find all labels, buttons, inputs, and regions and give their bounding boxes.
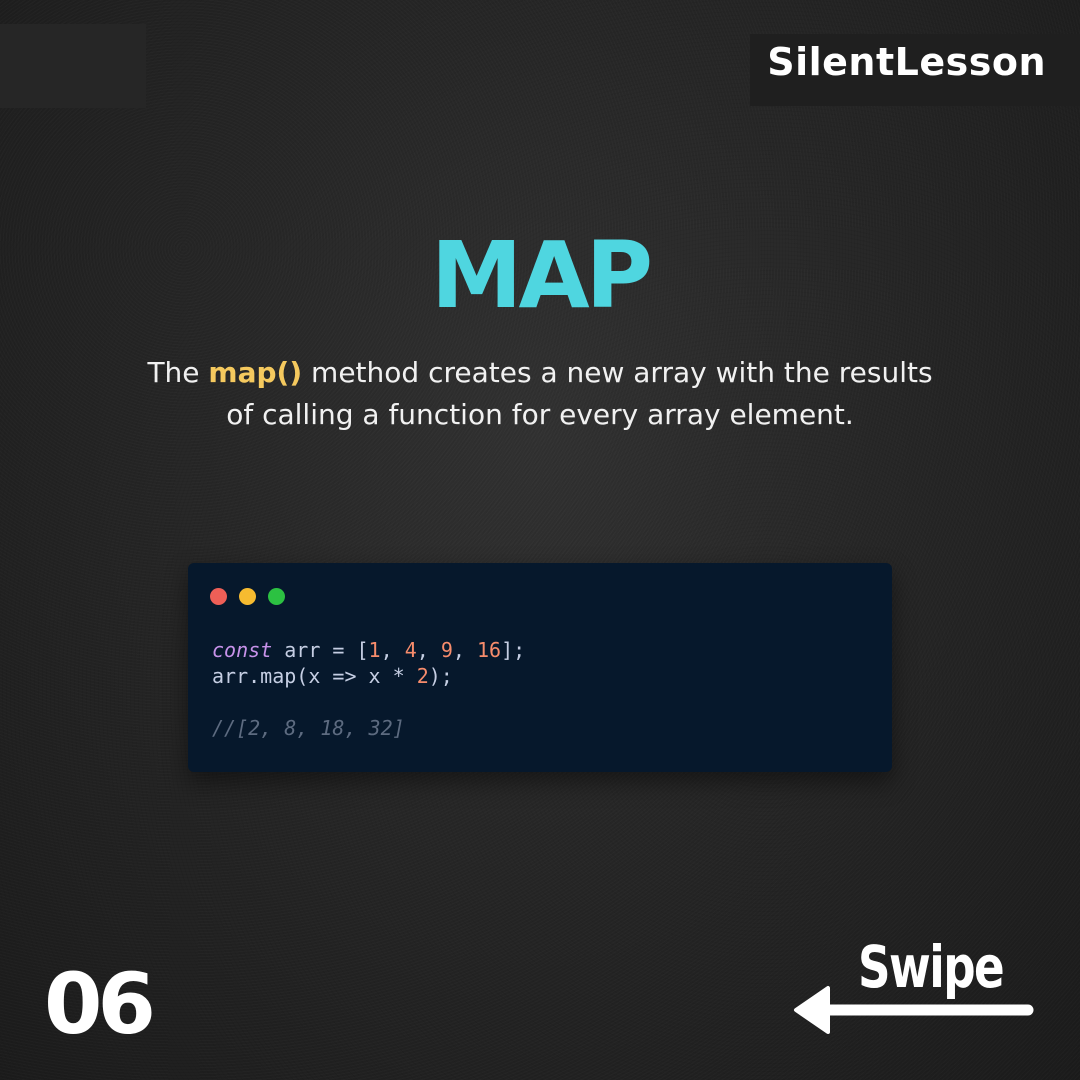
code-line-2: arr.map(x => x * 2); — [212, 663, 525, 689]
code-keyword: const — [212, 638, 273, 662]
code-number: 2 — [416, 664, 429, 688]
code-separator: , — [452, 638, 477, 662]
red-dot-icon — [210, 588, 227, 605]
code-block: const arr = [1, 4, 9, 16]; arr.map(x => x… — [212, 637, 525, 741]
background-texture — [0, 0, 1080, 1080]
code-window: const arr = [1, 4, 9, 16]; arr.map(x => x… — [188, 563, 892, 772]
code-text: ); — [428, 664, 453, 688]
page-number: 06 — [44, 955, 156, 1053]
code-separator: , — [416, 638, 441, 662]
code-text: arr.map(x => x * — [212, 664, 417, 688]
left-arrow-icon[interactable] — [788, 982, 1038, 1038]
code-separator: , — [380, 638, 405, 662]
code-number: 16 — [476, 638, 502, 662]
slide-title: MAP — [430, 222, 653, 329]
code-number: 9 — [440, 638, 453, 662]
code-text: ]; — [501, 638, 526, 662]
description-tail: method creates a new array with the resu… — [226, 356, 933, 431]
code-number: 4 — [404, 638, 417, 662]
yellow-dot-icon — [239, 588, 256, 605]
description-lead: The — [147, 356, 209, 389]
corner-decoration — [0, 24, 146, 108]
code-text: arr = [ — [272, 638, 369, 662]
code-line-1: const arr = [1, 4, 9, 16]; — [212, 637, 525, 663]
code-number: 1 — [368, 638, 381, 662]
brand-name: SilentLesson — [767, 40, 1046, 84]
code-comment: //[2, 8, 18, 32] — [212, 716, 405, 740]
slide-description: The map() method creates a new array wit… — [140, 352, 940, 436]
description-highlight: map() — [208, 356, 303, 389]
green-dot-icon — [268, 588, 285, 605]
